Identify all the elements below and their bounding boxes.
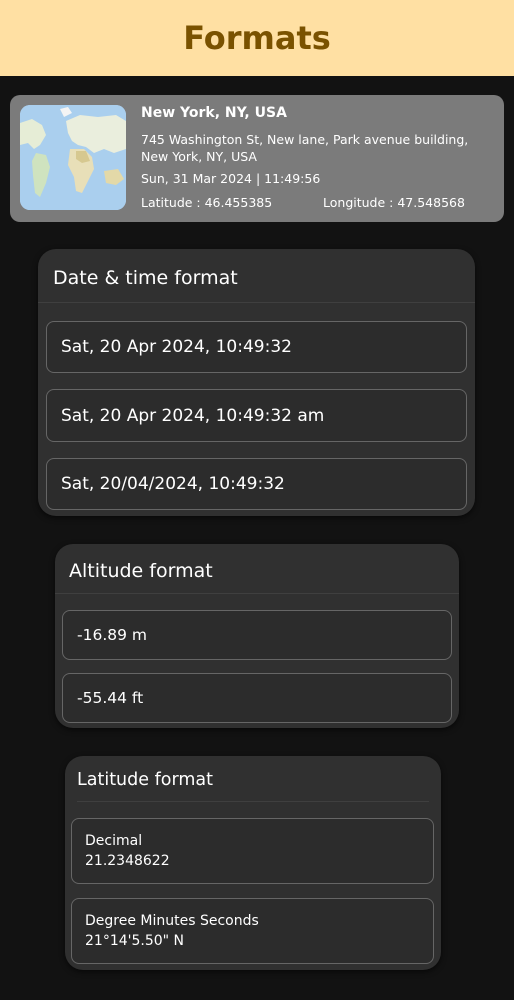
location-address: 745 Washington St, New lane, Park avenue…: [141, 132, 469, 164]
panel-divider: [55, 593, 459, 594]
date-time-format-panel: Date & time format Sat, 20 Apr 2024, 10:…: [38, 249, 475, 516]
altitude-format-panel: Altitude format -16.89 m -55.44 ft: [55, 544, 459, 728]
latitude-option-dms[interactable]: Degree Minutes Seconds 21°14'5.50" N: [71, 898, 434, 964]
location-card[interactable]: New York, NY, USA 745 Washington St, New…: [10, 95, 504, 222]
date-time-option[interactable]: Sat, 20 Apr 2024, 10:49:32 am: [46, 389, 467, 442]
option-value: 21.2348622: [85, 853, 170, 869]
page-title: Formats: [183, 19, 331, 57]
date-time-format-title: Date & time format: [53, 267, 238, 289]
option-label: Degree Minutes Seconds: [85, 913, 259, 929]
app-header: Formats: [0, 0, 514, 76]
altitude-option[interactable]: -55.44 ft: [62, 673, 452, 723]
date-time-option[interactable]: Sat, 20/04/2024, 10:49:32: [46, 458, 467, 510]
location-longitude: Longitude : 47.548568: [323, 195, 465, 210]
location-city: New York, NY, USA: [141, 105, 287, 121]
option-label: Decimal: [85, 833, 143, 849]
altitude-option[interactable]: -16.89 m: [62, 610, 452, 660]
date-time-option[interactable]: Sat, 20 Apr 2024, 10:49:32: [46, 321, 467, 373]
latitude-option-decimal[interactable]: Decimal 21.2348622: [71, 818, 434, 884]
altitude-format-title: Altitude format: [69, 560, 213, 582]
map-thumbnail: [20, 105, 126, 210]
panel-divider: [77, 801, 429, 802]
latitude-format-panel: Latitude format Decimal 21.2348622 Degre…: [65, 756, 441, 970]
location-datetime: Sun, 31 Mar 2024 | 11:49:56: [141, 171, 321, 186]
location-latitude: Latitude : 46.455385: [141, 195, 273, 210]
latitude-format-title: Latitude format: [77, 770, 213, 790]
option-value: 21°14'5.50" N: [85, 933, 185, 949]
panel-divider: [38, 302, 475, 303]
